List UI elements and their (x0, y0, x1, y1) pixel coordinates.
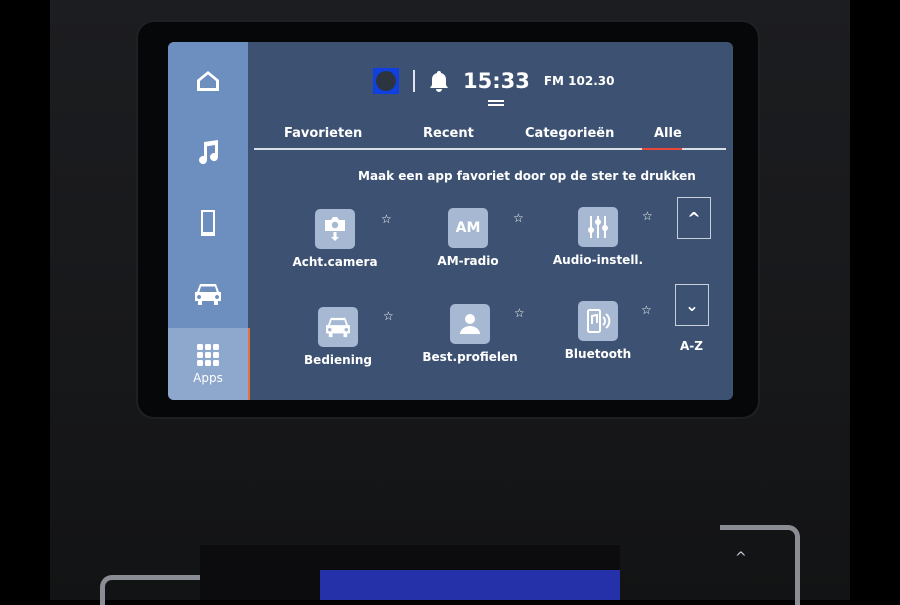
car-icon (318, 307, 358, 347)
phone-icon (201, 210, 215, 236)
pull-down-handle[interactable] (488, 100, 504, 102)
tab-recent[interactable]: Recent (423, 126, 474, 141)
tab-favorieten[interactable]: Favorieten (284, 126, 362, 141)
status-separator (413, 70, 415, 92)
sidebar-item-music[interactable] (168, 127, 248, 177)
hardware-up-button[interactable]: ^ (735, 550, 747, 566)
am-radio-icon: AM (448, 208, 488, 248)
rear-camera-icon (315, 209, 355, 249)
clock: 15:33 (463, 69, 530, 93)
radio-station[interactable]: FM 102.30 (544, 74, 615, 88)
console-trim-right (720, 525, 800, 605)
active-tab-indicator (642, 148, 682, 150)
favorite-star-icon[interactable]: ☆ (383, 309, 394, 323)
sidebar-item-home[interactable] (168, 56, 248, 106)
climate-display (320, 570, 620, 600)
sort-a-z[interactable]: A-Z (680, 339, 703, 353)
app-label: AM-radio (437, 254, 499, 268)
tab-alle[interactable]: Alle (654, 126, 682, 141)
sidebar-item-vehicle[interactable] (168, 269, 248, 319)
infotainment-screen: Apps 15:33 FM 102.30 Favorieten Recent C… (168, 42, 733, 400)
app-label: Best.profielen (422, 350, 518, 364)
sidebar-item-phone[interactable] (168, 198, 248, 248)
main-content: 15:33 FM 102.30 Favorieten Recent Catego… (248, 42, 733, 400)
tab-categorieen[interactable]: Categorieën (525, 126, 614, 141)
sidebar-apps-label: Apps (193, 371, 223, 385)
app-label: Acht.camera (292, 255, 378, 269)
favorite-hint: Maak een app favoriet door op de ster te… (358, 169, 696, 183)
favorite-star-icon[interactable]: ☆ (514, 306, 525, 320)
app-user-profiles[interactable]: Best.profielen (420, 304, 520, 364)
sidebar: Apps (168, 42, 250, 400)
tab-bar: Favorieten Recent Categorieën Alle (254, 126, 726, 150)
app-am-radio[interactable]: AM AM-radio (418, 208, 518, 268)
home-icon (197, 71, 219, 91)
status-bar: 15:33 FM 102.30 (373, 68, 614, 94)
profile-app-icon[interactable] (373, 68, 399, 94)
app-label: Bluetooth (564, 347, 632, 361)
favorite-star-icon[interactable]: ☆ (513, 211, 524, 225)
bell-icon[interactable] (429, 70, 449, 92)
favorite-star-icon[interactable]: ☆ (641, 303, 652, 317)
console-trim-left (100, 575, 205, 605)
equalizer-icon (578, 207, 618, 247)
user-profile-icon (450, 304, 490, 344)
climate-control-panel (200, 545, 620, 600)
app-rear-camera[interactable]: Acht.camera (285, 209, 385, 269)
app-vehicle-controls[interactable]: Bediening (288, 307, 388, 367)
app-label: Audio-instell. (552, 253, 644, 267)
apps-grid-icon (197, 344, 219, 366)
app-label: Bediening (304, 353, 372, 367)
bluetooth-phone-icon (578, 301, 618, 341)
favorite-star-icon[interactable]: ☆ (381, 212, 392, 226)
scroll-up-button[interactable]: ^ (677, 197, 711, 239)
app-audio-settings[interactable]: Audio-instell. (548, 207, 648, 267)
favorite-star-icon[interactable]: ☆ (642, 209, 653, 223)
music-icon (199, 140, 219, 165)
chevron-up-icon: ^ (687, 208, 701, 228)
sidebar-item-apps[interactable]: Apps (168, 328, 250, 400)
app-bluetooth[interactable]: Bluetooth (548, 301, 648, 361)
chevron-down-icon: ⌄ (685, 295, 699, 315)
scroll-down-button[interactable]: ⌄ (675, 284, 709, 326)
car-icon (195, 284, 221, 305)
